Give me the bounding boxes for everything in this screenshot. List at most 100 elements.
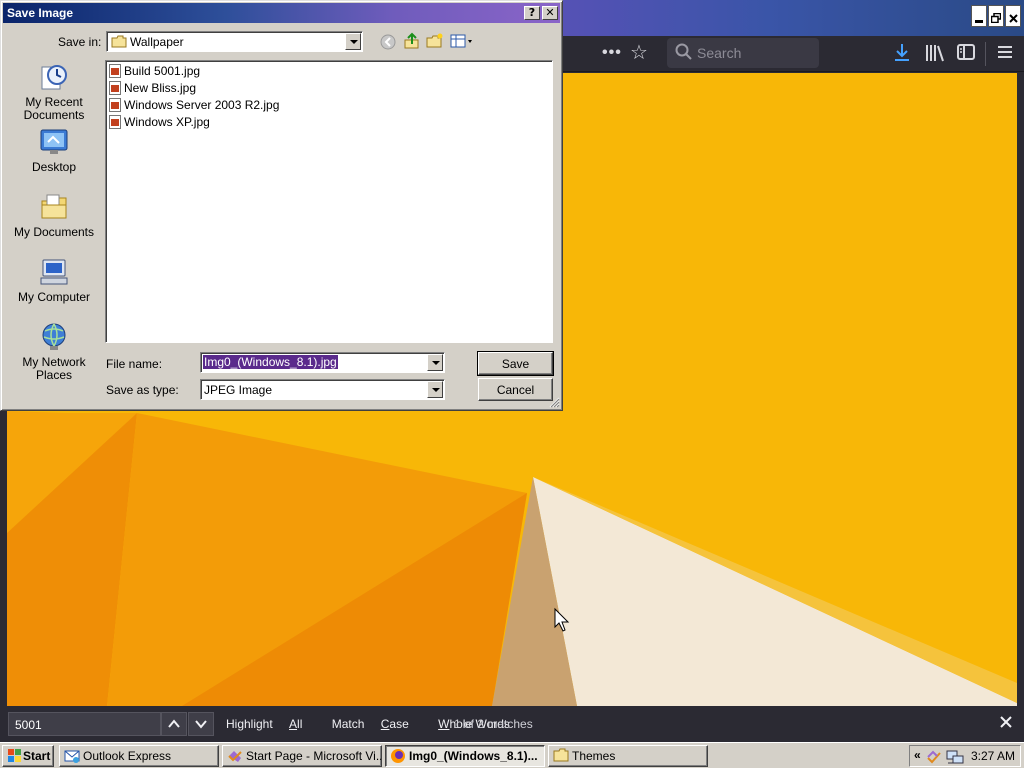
dialog-close-button[interactable]: ✕	[542, 6, 558, 20]
save-in-value: Wallpaper	[130, 35, 184, 49]
search-icon	[675, 43, 692, 60]
bookmark-star-icon[interactable]: ☆	[630, 40, 648, 64]
tray-expand-chevron[interactable]: «	[914, 748, 921, 762]
save-button[interactable]: Save	[477, 351, 554, 376]
minimize-icon	[975, 20, 983, 23]
file-name: New Bliss.jpg	[124, 81, 197, 95]
taskbar-item-label: Img0_(Windows_8.1)...	[409, 749, 538, 763]
system-tray: « 3:27 AM	[909, 745, 1021, 767]
dialog-title: Save Image	[7, 6, 74, 20]
place-my-computer[interactable]: My Computer	[7, 256, 101, 304]
my-computer-icon	[40, 259, 68, 285]
help-button[interactable]: ?	[524, 6, 540, 20]
folder-icon	[111, 35, 127, 48]
firefox-icon	[391, 749, 405, 763]
file-name-value: Img0_(Windows_8.1).jpg	[203, 355, 338, 369]
up-folder-icon[interactable]	[403, 32, 421, 50]
close-icon	[1008, 14, 1018, 23]
highlight-all-label-post: ll	[297, 717, 303, 731]
save-in-dropdown[interactable]: Wallpaper	[106, 31, 363, 52]
save-as-type-label: Save as type:	[106, 383, 179, 397]
vs-tray-icon[interactable]	[926, 749, 942, 765]
minimize-button[interactable]	[971, 5, 987, 27]
start-label: Start	[23, 749, 51, 763]
whole-words-accesskey: W	[438, 717, 450, 731]
place-label: Documents	[23, 108, 85, 122]
file-name: Windows Server 2003 R2.jpg	[124, 98, 280, 112]
find-status: 1 of 2 matches	[454, 717, 533, 731]
match-case-label-post: ase	[389, 717, 409, 731]
place-my-documents[interactable]: My Documents	[7, 191, 101, 239]
network-places-icon	[42, 323, 66, 350]
view-menu-icon[interactable]	[450, 34, 474, 48]
download-icon[interactable]	[893, 43, 911, 63]
jpeg-file-icon	[109, 98, 121, 112]
back-icon[interactable]	[380, 34, 396, 50]
place-label: Desktop	[31, 160, 77, 174]
clock[interactable]: 3:27 AM	[971, 749, 1015, 763]
place-my-network-places[interactable]: My Network Places	[7, 321, 101, 382]
chevron-down-icon[interactable]	[345, 33, 361, 50]
find-previous-button[interactable]	[161, 712, 187, 736]
network-tray-icon[interactable]	[945, 749, 965, 765]
menu-icon[interactable]	[997, 44, 1013, 60]
place-label: Places	[35, 368, 73, 382]
chevron-down-icon	[195, 720, 207, 729]
find-next-button[interactable]	[188, 712, 214, 736]
file-list[interactable]: Build 5001.jpg New Bliss.jpg Windows Ser…	[105, 60, 553, 343]
save-as-type-value: JPEG Image	[204, 383, 273, 397]
restore-button[interactable]	[988, 5, 1004, 27]
jpeg-file-icon	[109, 64, 121, 78]
highlight-all-accesskey: A	[289, 717, 298, 731]
taskbar-item-label: Start Page - Microsoft Vi...	[246, 749, 382, 763]
new-folder-icon[interactable]	[426, 33, 444, 49]
jpeg-file-icon	[109, 81, 121, 95]
toolbar-divider	[985, 42, 986, 66]
start-button[interactable]: Start	[2, 745, 54, 767]
find-input[interactable]: 5001	[8, 712, 161, 736]
taskbar-item-label: Outlook Express	[83, 749, 172, 763]
place-label: My Computer	[17, 290, 91, 304]
file-name-field[interactable]: Img0_(Windows_8.1).jpg	[200, 352, 445, 373]
place-my-recent-documents[interactable]: My Recent Documents	[7, 61, 101, 122]
sidebar-icon[interactable]	[957, 44, 975, 60]
file-name: Windows XP.jpg	[124, 115, 210, 129]
find-bar: 5001 Highlight All Match Case Whole Word…	[0, 707, 1024, 742]
taskbar-item-label: Themes	[572, 749, 616, 763]
search-input[interactable]: Search	[667, 38, 819, 68]
match-case-toggle[interactable]: Match Case	[332, 717, 422, 731]
search-placeholder: Search	[697, 45, 742, 61]
my-documents-icon	[41, 194, 67, 219]
save-image-dialog: Save Image ? ✕ Save in: Wallpaper My Rec…	[0, 0, 563, 411]
place-desktop[interactable]: Desktop	[7, 126, 101, 174]
chevron-down-icon[interactable]	[427, 381, 443, 398]
taskbar: Start Outlook Express Start Page - Micro…	[0, 742, 1024, 768]
chevron-up-icon	[168, 719, 180, 728]
recent-documents-icon	[41, 65, 67, 90]
more-icon[interactable]: •••	[602, 44, 622, 62]
folder-icon	[553, 748, 569, 762]
resize-grip-icon[interactable]	[549, 397, 560, 408]
desktop-icon	[40, 129, 68, 154]
highlight-all-label-pre: Highlight	[226, 717, 277, 731]
taskbar-item-firefox[interactable]: Img0_(Windows_8.1)...	[385, 745, 545, 767]
place-label: My Documents	[13, 225, 95, 239]
dialog-titlebar[interactable]: Save Image ? ✕	[3, 3, 560, 23]
visual-studio-icon	[228, 751, 242, 762]
library-icon[interactable]	[925, 44, 945, 62]
chevron-down-icon[interactable]	[427, 354, 443, 371]
match-case-label-pre: Match	[331, 717, 368, 731]
taskbar-item-outlook-express[interactable]: Outlook Express	[59, 745, 219, 767]
highlight-all-toggle[interactable]: Highlight All	[226, 717, 315, 731]
save-as-type-dropdown[interactable]: JPEG Image	[200, 379, 445, 400]
places-bar: My Recent Documents Desktop My Documents…	[7, 59, 101, 389]
file-name: Build 5001.jpg	[124, 64, 201, 78]
restore-icon	[991, 13, 1001, 23]
window-close-button[interactable]	[1005, 5, 1021, 27]
jpeg-file-icon	[109, 115, 121, 129]
close-icon[interactable]	[998, 714, 1014, 730]
taskbar-item-start-page[interactable]: Start Page - Microsoft Vi...	[222, 745, 382, 767]
cancel-button[interactable]: Cancel	[478, 378, 553, 401]
file-name-label: File name:	[106, 357, 163, 371]
taskbar-item-themes[interactable]: Themes	[548, 745, 708, 767]
